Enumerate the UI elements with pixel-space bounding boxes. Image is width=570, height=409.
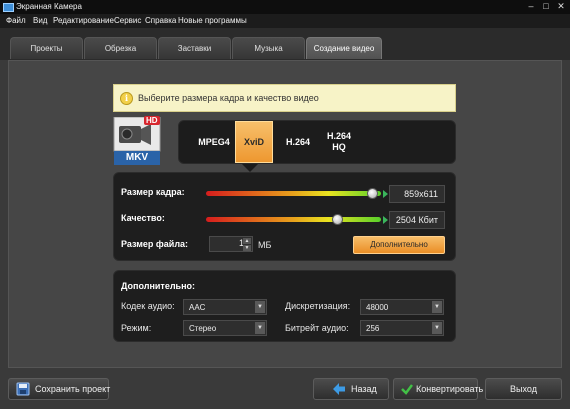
- info-icon: i: [120, 92, 133, 105]
- tab-music[interactable]: Музыка: [232, 37, 305, 59]
- hint-text: Выберите размера кадра и качество видео: [138, 93, 319, 103]
- title-bar: Экранная Камера – □ ✕: [0, 0, 570, 14]
- exit-button[interactable]: Выход: [485, 378, 562, 400]
- codec-h264-hq[interactable]: H.264 HQ: [319, 121, 359, 163]
- audio-codec-value: AAC: [189, 303, 206, 312]
- chevron-down-icon[interactable]: ▼: [255, 322, 265, 334]
- menu-bar: Файл Вид Редактирование Сервис Справка Н…: [0, 14, 570, 28]
- file-size-label: Размер файла:: [121, 239, 189, 249]
- audio-bitrate-label: Битрейт аудио:: [285, 323, 349, 333]
- app-icon: [3, 3, 14, 12]
- menu-file[interactable]: Файл: [6, 16, 26, 25]
- sample-rate-select[interactable]: 48000 ▼: [360, 299, 444, 315]
- back-button[interactable]: Назад: [313, 378, 389, 400]
- audio-codec-label: Кодек аудио:: [121, 301, 175, 311]
- back-label: Назад: [351, 384, 377, 394]
- chevron-down-icon[interactable]: ▼: [432, 322, 442, 334]
- sample-rate-label: Дискретизация:: [285, 301, 351, 311]
- tab-trim[interactable]: Обрезка: [84, 37, 157, 59]
- convert-button[interactable]: Конвертировать: [393, 378, 483, 400]
- arrow-right-icon: [383, 216, 388, 224]
- arrow-left-icon: [333, 383, 345, 395]
- file-size-unit: МБ: [258, 240, 272, 250]
- frame-size-slider[interactable]: [206, 191, 381, 196]
- codec-selector: MPEG4 XviD H.264 H.264 HQ: [178, 120, 456, 164]
- save-icon: [16, 382, 30, 396]
- convert-label: Конвертировать: [416, 384, 484, 394]
- save-project-button[interactable]: Сохранить проект: [8, 378, 111, 400]
- audio-bitrate-value: 256: [366, 324, 380, 333]
- tab-intros[interactable]: Заставки: [158, 37, 231, 59]
- quality-slider-thumb[interactable]: [331, 214, 343, 225]
- advanced-title: Дополнительно:: [121, 281, 196, 291]
- chevron-down-icon[interactable]: ▼: [432, 301, 442, 313]
- menu-new-programs[interactable]: Новые программы: [178, 16, 247, 25]
- menu-help[interactable]: Справка: [145, 16, 176, 25]
- mkv-format-icon[interactable]: HD MKV: [113, 116, 161, 165]
- arrow-right-icon: [383, 190, 388, 198]
- save-project-label: Сохранить проект: [35, 384, 111, 394]
- tab-create-video[interactable]: Создание видео: [306, 37, 382, 59]
- minimize-button[interactable]: –: [524, 1, 538, 12]
- hint-bar: i Выберите размера кадра и качество виде…: [113, 84, 456, 112]
- frame-size-slider-thumb[interactable]: [366, 188, 378, 199]
- menu-view[interactable]: Вид: [33, 16, 47, 25]
- stepper-up-icon[interactable]: ▲: [243, 238, 251, 244]
- file-size-stepper[interactable]: 1 ▲ ▼: [209, 236, 253, 252]
- stepper-down-icon[interactable]: ▼: [243, 245, 251, 251]
- checkmark-icon: [401, 384, 413, 395]
- close-button[interactable]: ✕: [554, 1, 568, 12]
- tab-projects[interactable]: Проекты: [10, 37, 83, 59]
- frame-size-value: 859x611: [389, 185, 445, 203]
- tab-bar: Проекты Обрезка Заставки Музыка Создание…: [0, 28, 570, 60]
- mode-label: Режим:: [121, 323, 152, 333]
- menu-edit[interactable]: Редактирование: [53, 16, 114, 25]
- sample-rate-value: 48000: [366, 303, 389, 312]
- mode-select[interactable]: Стерео ▼: [183, 320, 267, 336]
- codec-h264[interactable]: H.264: [278, 121, 318, 163]
- audio-bitrate-select[interactable]: 256 ▼: [360, 320, 444, 336]
- quality-value: 2504 Кбит: [389, 211, 445, 229]
- format-name: MKV: [125, 152, 149, 163]
- more-settings-button[interactable]: Дополнительно: [353, 236, 445, 254]
- audio-codec-select[interactable]: AAC ▼: [183, 299, 267, 315]
- quality-slider[interactable]: [206, 217, 381, 222]
- codec-pointer: [242, 164, 258, 172]
- frame-size-label: Размер кадра:: [121, 187, 185, 197]
- hd-badge: HD: [144, 116, 160, 125]
- maximize-button[interactable]: □: [539, 1, 553, 12]
- window-title: Экранная Камера: [16, 2, 82, 11]
- mode-value: Стерео: [189, 324, 217, 333]
- menu-service[interactable]: Сервис: [114, 16, 141, 25]
- codec-xvid[interactable]: XviD: [235, 121, 273, 163]
- codec-mpeg4[interactable]: MPEG4: [191, 121, 237, 163]
- chevron-down-icon[interactable]: ▼: [255, 301, 265, 313]
- quality-label: Качество:: [121, 213, 165, 223]
- file-size-value: 1: [238, 238, 244, 248]
- exit-label: Выход: [510, 384, 537, 394]
